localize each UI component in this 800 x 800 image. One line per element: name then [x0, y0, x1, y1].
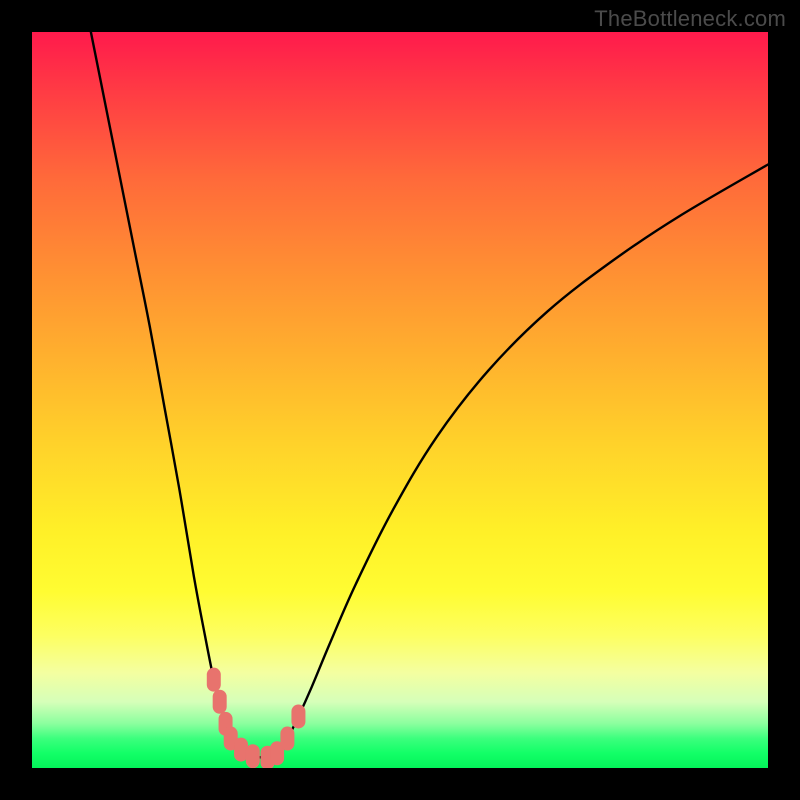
marker-point: [246, 744, 260, 768]
plot-area: [32, 32, 768, 768]
series-right-branch: [268, 164, 768, 757]
curve-layer: [32, 32, 768, 768]
marker-point: [291, 704, 305, 728]
watermark-text: TheBottleneck.com: [594, 6, 786, 32]
outer-frame: TheBottleneck.com: [0, 0, 800, 800]
series-left-branch: [91, 32, 268, 758]
marker-point: [213, 690, 227, 714]
marker-point: [280, 727, 294, 751]
marker-point: [207, 668, 221, 692]
